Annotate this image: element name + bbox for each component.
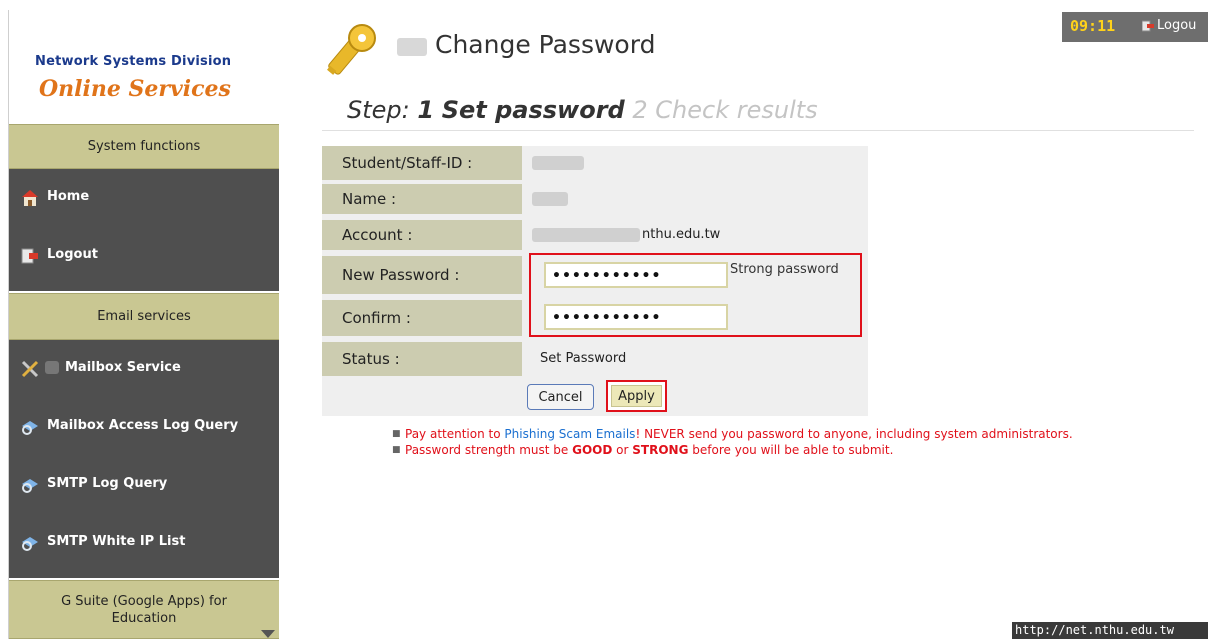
note-phishing: ■ Pay attention to Phishing Scam Emails!… [392, 428, 1172, 441]
note-good: GOOD [572, 443, 613, 457]
step-1-number: 1 [417, 96, 435, 124]
note-strong: STRONG [632, 443, 689, 457]
menu-system-functions: Home Logout [9, 169, 279, 291]
page-title: Change Password [435, 30, 656, 59]
logout-icon [1142, 20, 1154, 31]
sidebar-item-label: SMTP Log Query [47, 476, 168, 491]
status-value: Set Password [540, 351, 627, 366]
step-indicator: Step: 1 Set password 2 Check results [347, 96, 818, 124]
bullet: ■ [392, 445, 401, 455]
note-strength: ■ Password strength must be GOOD or STRO… [392, 444, 1172, 457]
notes: ■ Pay attention to Phishing Scam Emails!… [392, 428, 1172, 460]
sidebar-item-smtp-log[interactable]: SMTP Log Query [9, 460, 279, 516]
phishing-link[interactable]: Phishing Scam Emails [504, 427, 635, 441]
search-icon [22, 479, 38, 493]
note-text: Password strength must be [405, 443, 569, 457]
password-highlight [529, 253, 862, 337]
field-label: New Password : [322, 256, 522, 294]
bullet: ■ [392, 429, 401, 439]
redacted-text [532, 228, 640, 242]
section-title: G Suite (Google Apps) for Education [61, 594, 227, 626]
search-icon [22, 421, 38, 435]
sidebar-item-mailbox-access-log[interactable]: Mailbox Access Log Query [9, 402, 279, 458]
step-2-label: 2 Check results [632, 96, 818, 124]
sidebar-item-home[interactable]: Home [9, 173, 279, 229]
top-logout-label: Logou [1157, 18, 1197, 33]
service-title: Online Services [39, 76, 231, 102]
logout-icon [21, 248, 38, 264]
org-name: Network Systems Division [35, 54, 232, 69]
row-name: Name : [322, 184, 868, 214]
note-text: Pay attention to [405, 427, 501, 441]
redacted-text [397, 38, 427, 56]
note-text: or [616, 443, 629, 457]
note-text: ! NEVER send you password to anyone, inc… [635, 427, 1073, 441]
top-right-bar: 09:11 Logou [1062, 12, 1208, 42]
tools-icon [21, 360, 39, 378]
redacted-text [532, 192, 568, 206]
sidebar-item-mailbox-service[interactable]: Mailbox Service [9, 344, 279, 400]
field-label: Confirm : [322, 300, 522, 336]
step-prefix: Step: [347, 96, 410, 124]
apply-button-label: Apply [611, 385, 662, 407]
session-clock: 09:11 [1070, 17, 1116, 35]
sidebar-item-logout[interactable]: Logout [9, 231, 279, 287]
step-1-label: Set password [441, 96, 625, 124]
search-icon [22, 537, 38, 551]
scroll-down-icon[interactable] [261, 630, 275, 638]
sidebar-item-smtp-white-ip[interactable]: SMTP White IP List [9, 518, 279, 574]
home-icon [22, 190, 38, 206]
row-status: Status : Set Password [322, 342, 868, 376]
row-account: Account : nthu.edu.tw [322, 220, 868, 250]
sidebar-item-label: Mailbox Access Log Query [47, 418, 239, 433]
field-label: Status : [322, 342, 522, 376]
section-email-services: Email services [9, 293, 279, 340]
sidebar-item-label: SMTP White IP List [47, 534, 186, 549]
status-url: http://net.nthu.edu.tw [1012, 622, 1208, 639]
key-icon [327, 24, 376, 75]
section-title: Email services [97, 309, 191, 324]
section-gsuite[interactable]: G Suite (Google Apps) for Education [9, 580, 279, 639]
field-label: Account : [322, 220, 522, 250]
sidebar-item-label: Mailbox Service [65, 360, 181, 375]
field-label: Student/Staff-ID : [322, 146, 522, 180]
note-text: before you will be able to submit. [692, 443, 894, 457]
sidebar: Network Systems Division Online Services… [8, 10, 279, 639]
brand-block: Network Systems Division Online Services [9, 10, 279, 118]
menu-email-services: Mailbox Service Mailbox Access Log Query… [9, 340, 279, 578]
account-domain: nthu.edu.tw [642, 227, 721, 242]
sidebar-item-label: Home [47, 189, 90, 204]
redacted-text [532, 156, 584, 170]
cancel-button[interactable]: Cancel [527, 384, 594, 410]
divider [322, 130, 1194, 131]
section-system-functions: System functions [9, 124, 279, 169]
apply-button[interactable]: Apply [606, 380, 667, 412]
row-student-id: Student/Staff-ID : [322, 146, 868, 180]
sidebar-item-label: Logout [47, 247, 98, 262]
section-title: System functions [87, 139, 201, 154]
field-label: Name : [322, 184, 522, 214]
top-logout-link[interactable]: Logou [1142, 18, 1196, 33]
redacted-text [45, 361, 59, 374]
